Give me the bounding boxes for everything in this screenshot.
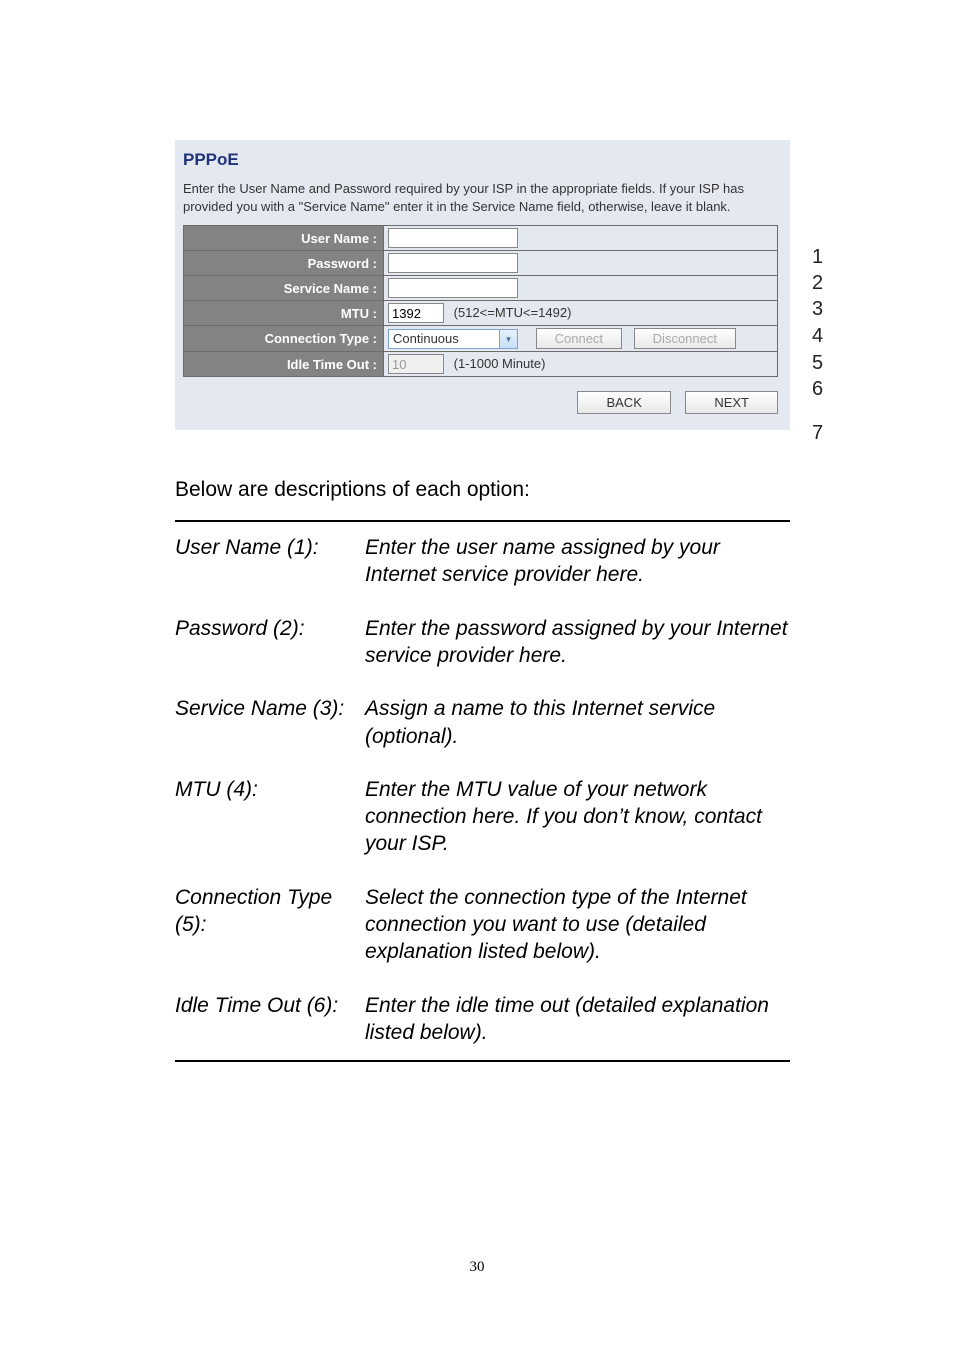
desc-label: Password (2):	[175, 615, 365, 670]
desc-row: Idle Time Out (6): Enter the idle time o…	[175, 992, 790, 1047]
password-label: Password :	[184, 251, 384, 276]
desc-label: User Name (1):	[175, 534, 365, 589]
connect-button[interactable]: Connect	[536, 328, 622, 349]
desc-value: Enter the idle time out (detailed explan…	[365, 992, 790, 1047]
pppoe-heading: PPPoE	[183, 150, 782, 170]
descriptions-intro: Below are descriptions of each option:	[175, 478, 824, 502]
annot-1: 1	[812, 246, 823, 269]
desc-value: Enter the password assigned by your Inte…	[365, 615, 790, 670]
idle-hint: (1-1000 Minute)	[454, 356, 546, 371]
annot-2: 2	[812, 272, 823, 295]
password-input[interactable]	[388, 253, 518, 273]
mtu-label: MTU :	[184, 301, 384, 326]
servicename-input[interactable]	[388, 278, 518, 298]
desc-row: MTU (4): Enter the MTU value of your net…	[175, 776, 790, 858]
annot-4: 4	[812, 325, 823, 348]
chevron-down-icon: ▾	[499, 330, 517, 348]
form-table: User Name : Password : Service Name : MT…	[183, 225, 778, 377]
desc-row: User Name (1): Enter the user name assig…	[175, 534, 790, 589]
mtu-input[interactable]	[388, 303, 444, 323]
pppoe-screenshot: PPPoE Enter the User Name and Password r…	[175, 140, 790, 430]
desc-value: Enter the user name assigned by your Int…	[365, 534, 790, 589]
conntype-select[interactable]: Continuous ▾	[388, 329, 518, 349]
back-button[interactable]: BACK	[577, 391, 670, 414]
desc-value: Select the connection type of the Intern…	[365, 884, 790, 966]
idle-input[interactable]	[388, 354, 444, 374]
next-button[interactable]: NEXT	[685, 391, 778, 414]
username-label: User Name :	[184, 226, 384, 251]
conntype-selected-value: Continuous	[393, 331, 459, 346]
pppoe-description: Enter the User Name and Password require…	[183, 180, 782, 215]
desc-label: MTU (4):	[175, 776, 365, 858]
desc-label: Idle Time Out (6):	[175, 992, 365, 1047]
annot-6: 6	[812, 378, 823, 401]
annot-3: 3	[812, 298, 823, 321]
desc-label: Service Name (3):	[175, 695, 365, 750]
username-input[interactable]	[388, 228, 518, 248]
desc-row: Connection Type (5): Select the connecti…	[175, 884, 790, 966]
desc-value: Enter the MTU value of your network conn…	[365, 776, 790, 858]
desc-label: Connection Type (5):	[175, 884, 365, 966]
nav-button-row: BACK NEXT	[183, 391, 782, 414]
desc-value: Assign a name to this Internet service (…	[365, 695, 790, 750]
annot-7: 7	[812, 422, 823, 445]
mtu-hint: (512<=MTU<=1492)	[454, 305, 572, 320]
servicename-label: Service Name :	[184, 276, 384, 301]
conntype-label: Connection Type :	[184, 326, 384, 352]
annot-5: 5	[812, 352, 823, 375]
desc-row: Service Name (3): Assign a name to this …	[175, 695, 790, 750]
disconnect-button[interactable]: Disconnect	[634, 328, 736, 349]
page-number: 30	[470, 1259, 485, 1276]
descriptions-table: User Name (1): Enter the user name assig…	[175, 520, 790, 1062]
desc-row: Password (2): Enter the password assigne…	[175, 615, 790, 670]
idle-label: Idle Time Out :	[184, 352, 384, 377]
